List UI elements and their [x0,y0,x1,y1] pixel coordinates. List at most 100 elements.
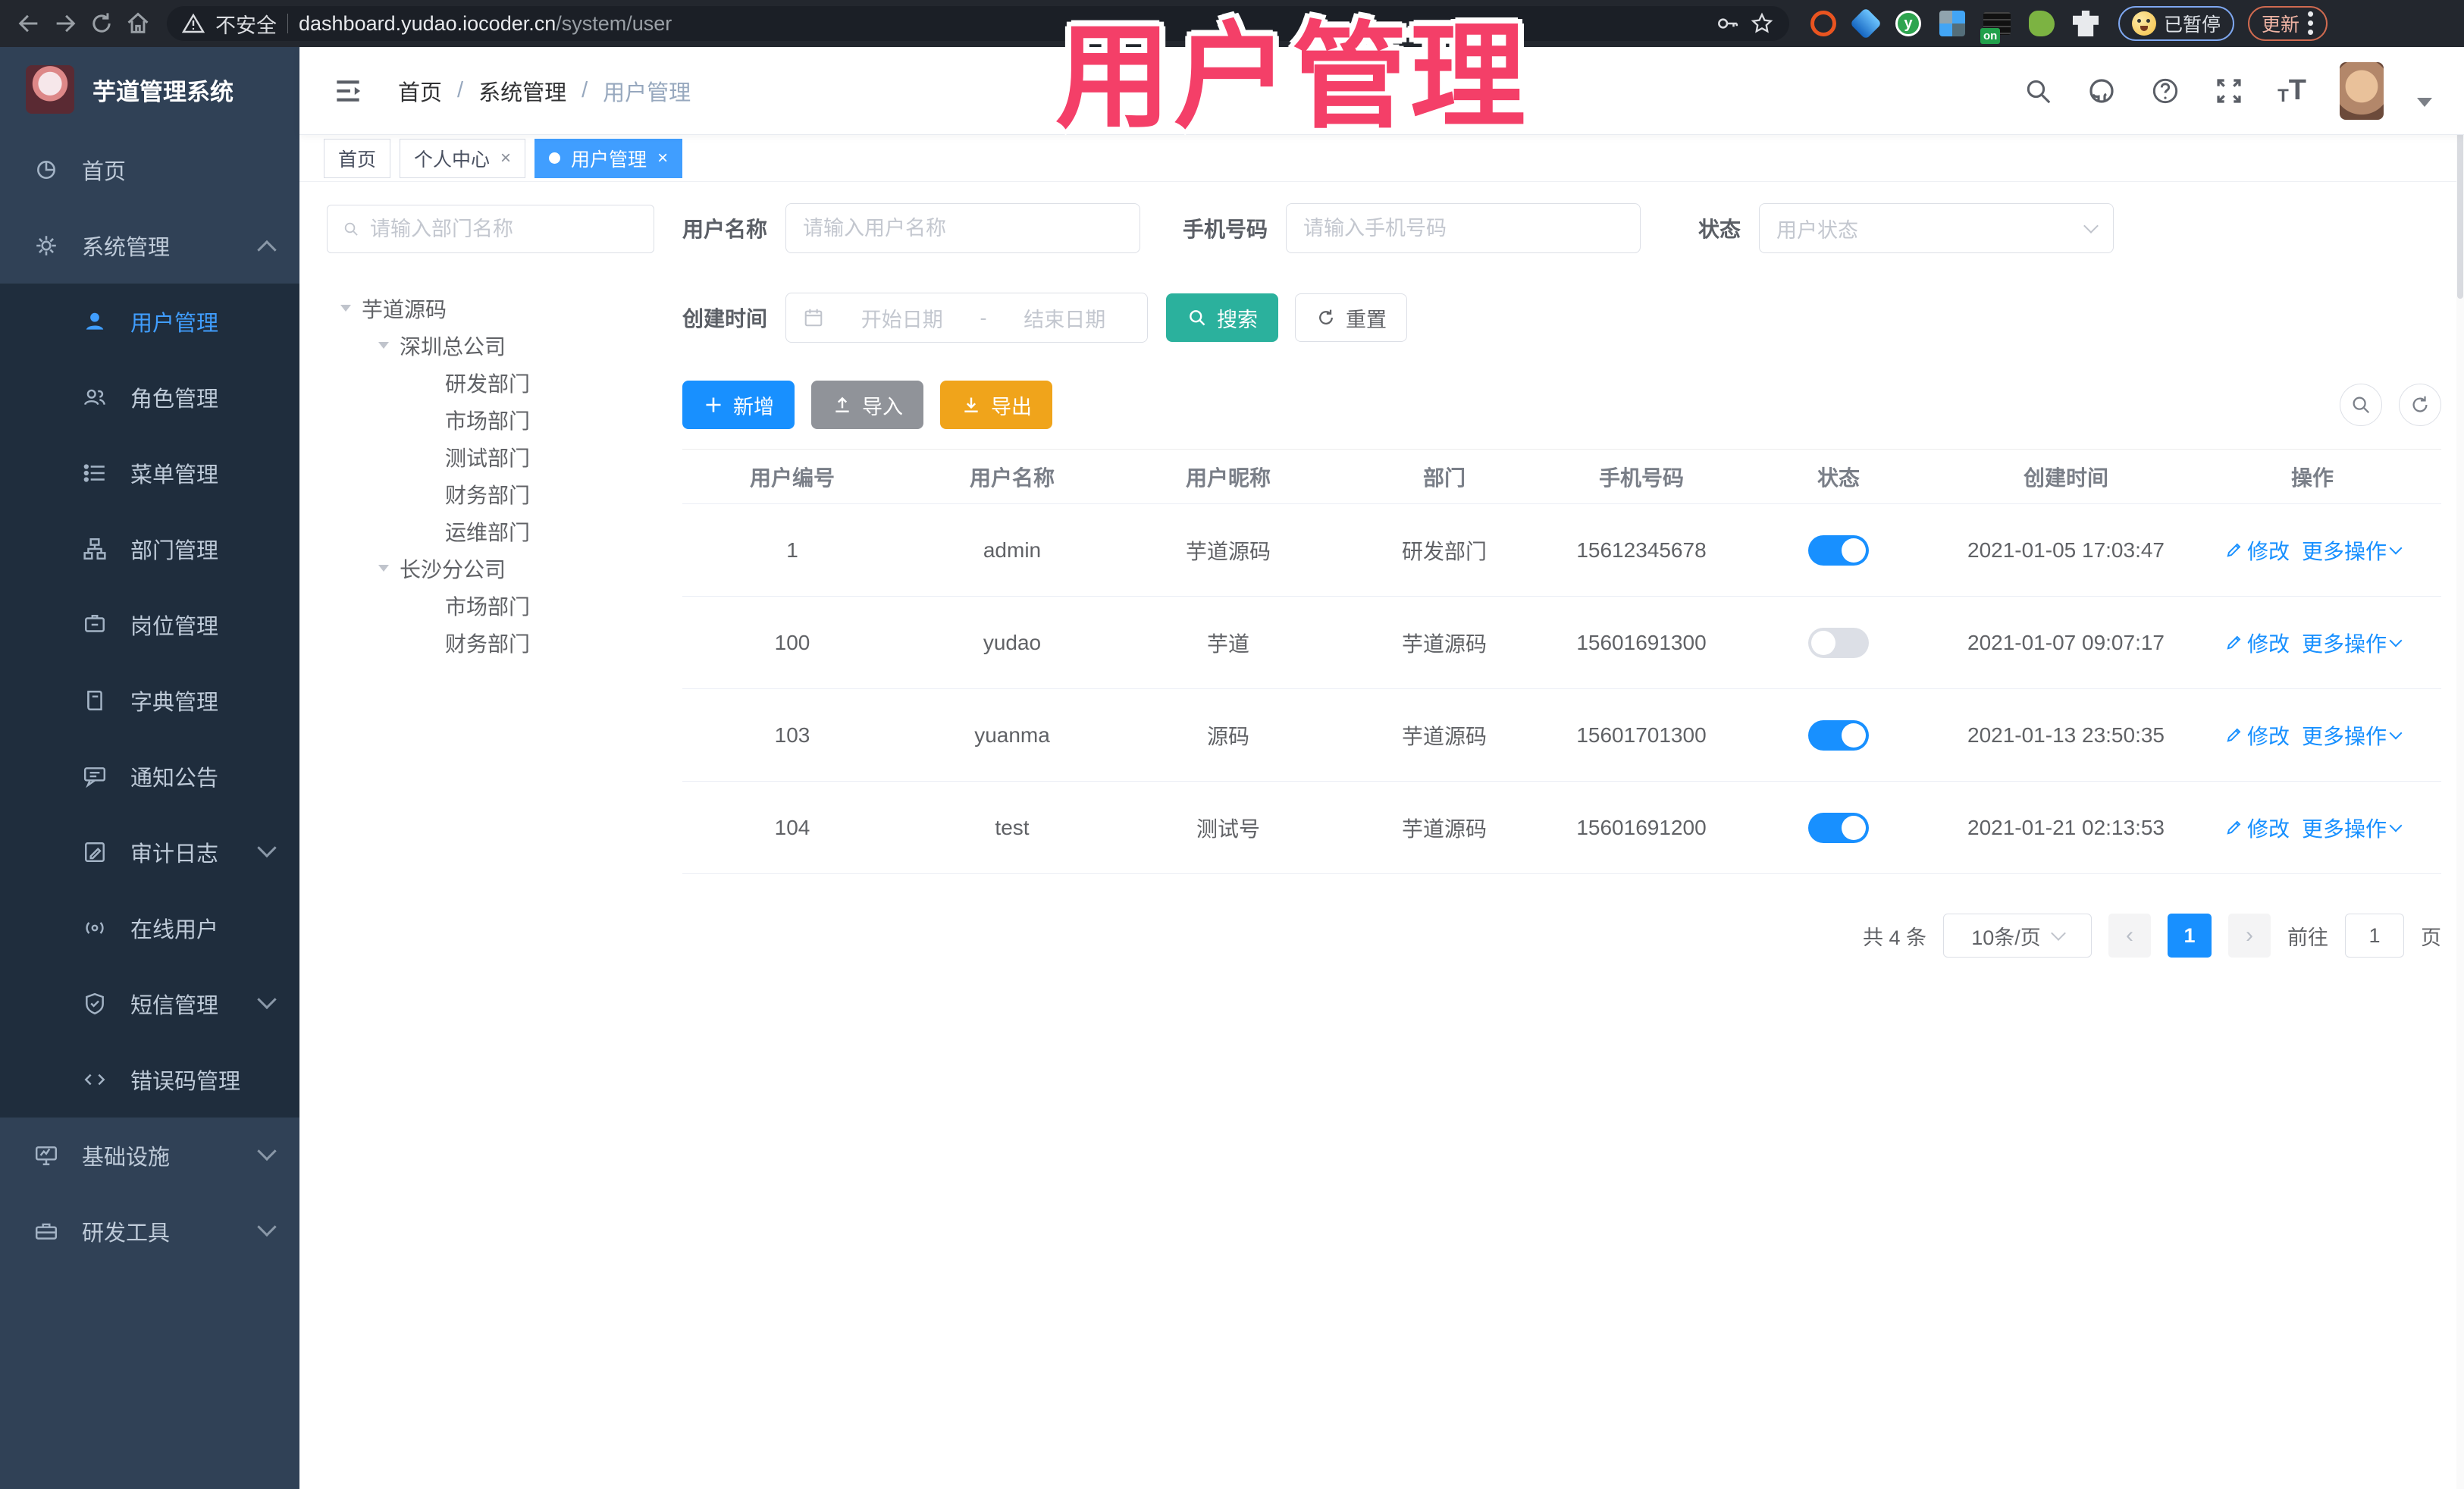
sidebar-item-audit-log[interactable]: 审计日志 [0,814,299,890]
github-icon[interactable] [2086,76,2117,106]
sidebar-item-label: 研发工具 [82,1221,171,1246]
user-avatar[interactable] [2340,61,2384,120]
more-actions-link[interactable]: 更多操作 [2302,720,2403,751]
sidebar-item-dict-management[interactable]: 字典管理 [0,663,299,738]
bookmark-star-icon[interactable] [1750,11,1774,36]
help-icon[interactable] [2150,76,2180,106]
active-tab-dot [549,152,561,164]
edit-link[interactable]: 修改 [2224,628,2290,658]
browser-forward-icon[interactable] [47,5,83,42]
avatar-caret-icon[interactable] [2417,97,2432,107]
browser-reload-icon[interactable] [83,5,120,42]
status-toggle[interactable] [1808,534,1869,566]
page-scrollbar[interactable] [2456,47,2464,1489]
code-icon [82,1067,108,1092]
status-toggle[interactable] [1808,719,1869,751]
sidebar-item-notice[interactable]: 通知公告 [0,738,299,814]
tree-node[interactable]: 市场部门 [327,587,654,624]
tree-node[interactable]: 运维部门 [327,513,654,550]
sidebar-item-system-management[interactable]: 系统管理 [0,208,299,284]
tab-user-management[interactable]: 用户管理 × [534,138,683,178]
reset-button[interactable]: 重置 [1295,293,1408,342]
tree-caret-icon[interactable] [378,342,389,349]
edit-link[interactable]: 修改 [2224,720,2290,751]
breadcrumb-system[interactable]: 系统管理 [478,75,566,107]
current-page-button[interactable]: 1 [2168,914,2212,958]
sidebar-item-infrastructure[interactable]: 基础设施 [0,1118,299,1193]
cell-dept: 芋道源码 [1401,817,1487,841]
date-range-picker[interactable]: 开始日期 - 结束日期 [785,293,1149,343]
prev-page-button[interactable]: ‹ [2108,914,2151,958]
more-actions-link[interactable]: 更多操作 [2302,813,2403,843]
sidebar-item-menu-management[interactable]: 菜单管理 [0,435,299,511]
tree-caret-icon[interactable] [378,565,389,572]
sidebar-item-home[interactable]: 首页 [0,132,299,208]
extension-list-icon[interactable]: on [1980,12,2011,44]
browser-update-button[interactable]: 更新 • • • [2248,4,2328,42]
sidebar-item-dev-tools[interactable]: 研发工具 [0,1193,299,1269]
toggle-search-button[interactable] [2340,384,2382,426]
address-bar[interactable]: 不安全 dashboard.yudao.iocoder.cn/system/us… [167,6,1789,41]
sidebar-item-dept-management[interactable]: 部门管理 [0,511,299,587]
table-header-row: 用户编号 用户名称 用户昵称 部门 手机号码 状态 创建时间 操作 [682,450,2441,504]
menu-list-icon [82,460,108,486]
page-size-select[interactable]: 10条/页 [1943,914,2092,958]
sidebar-item-sms-management[interactable]: 短信管理 [0,966,299,1042]
tree-node[interactable]: 长沙分公司 [327,550,654,587]
search-button[interactable]: 搜索 [1166,293,1279,342]
status-toggle[interactable] [1808,627,1869,658]
sidebar-item-error-code-management[interactable]: 错误码管理 [0,1042,299,1118]
font-size-icon[interactable]: TT [2277,74,2306,107]
extension-ubuntu-icon[interactable] [1810,11,1836,36]
status-select[interactable]: 用户状态 [1759,203,2114,253]
breadcrumb-home[interactable]: 首页 [398,75,442,107]
tree-node[interactable]: 芋道源码 [327,290,654,327]
edit-link[interactable]: 修改 [2224,813,2290,843]
tree-node[interactable]: 市场部门 [327,401,654,438]
shield-check-icon [82,991,108,1017]
header-search-icon[interactable] [2023,76,2053,106]
import-button[interactable]: 导入 [811,381,923,429]
tree-node[interactable]: 财务部门 [327,624,654,661]
tab-close-icon[interactable]: × [657,148,668,169]
browser-menu-dots-icon[interactable]: • • • [2307,4,2314,41]
mobile-input[interactable] [1303,216,1624,240]
password-key-icon[interactable] [1715,11,1739,36]
tree-node[interactable]: 财务部门 [327,475,654,513]
tree-caret-icon[interactable] [340,305,351,312]
refresh-table-button[interactable] [2399,384,2441,426]
sidebar-collapse-icon[interactable] [331,74,365,108]
extension-leaf-icon[interactable] [2029,11,2055,36]
sidebar-item-post-management[interactable]: 岗位管理 [0,587,299,663]
more-actions-link[interactable]: 更多操作 [2302,535,2403,566]
browser-back-icon[interactable] [11,5,47,42]
tab-profile[interactable]: 个人中心 × [400,138,526,178]
tree-node[interactable]: 测试部门 [327,438,654,475]
tab-close-icon[interactable]: × [500,148,511,169]
more-actions-link[interactable]: 更多操作 [2302,628,2403,658]
status-toggle[interactable] [1808,812,1869,843]
next-page-button[interactable]: › [2228,914,2271,958]
extensions-puzzle-icon[interactable] [2073,11,2099,36]
export-button[interactable]: 导出 [940,381,1052,429]
dept-search-input[interactable] [370,217,638,241]
extension-green-icon[interactable]: y [1895,11,1921,36]
extension-gem-icon[interactable] [1849,7,1882,40]
username-input[interactable] [803,216,1124,240]
edit-link[interactable]: 修改 [2224,535,2290,566]
add-button[interactable]: 新增 [682,381,795,429]
browser-home-icon[interactable] [120,5,156,42]
sidebar-item-user-management[interactable]: 用户管理 [0,284,299,359]
browser-profile-button[interactable]: 已暂停 [2118,6,2235,41]
fullscreen-icon[interactable] [2214,76,2244,106]
tree-node[interactable]: 深圳总公司 [327,327,654,364]
sidebar-logo[interactable]: 芋道管理系统 [0,47,299,132]
sidebar-item-online-users[interactable]: 在线用户 [0,890,299,966]
goto-page-input[interactable] [2345,914,2404,958]
tree-node[interactable]: 研发部门 [327,364,654,401]
sidebar-item-role-management[interactable]: 角色管理 [0,359,299,435]
cell-username: yuanma [974,723,1050,747]
dept-panel: 芋道源码 深圳总公司 研发部门 市场部门 测试部门 财务部门 运维部门 长沙分公… [327,205,654,661]
extension-grid-icon[interactable] [1939,11,1965,36]
tab-home[interactable]: 首页 [324,138,391,178]
